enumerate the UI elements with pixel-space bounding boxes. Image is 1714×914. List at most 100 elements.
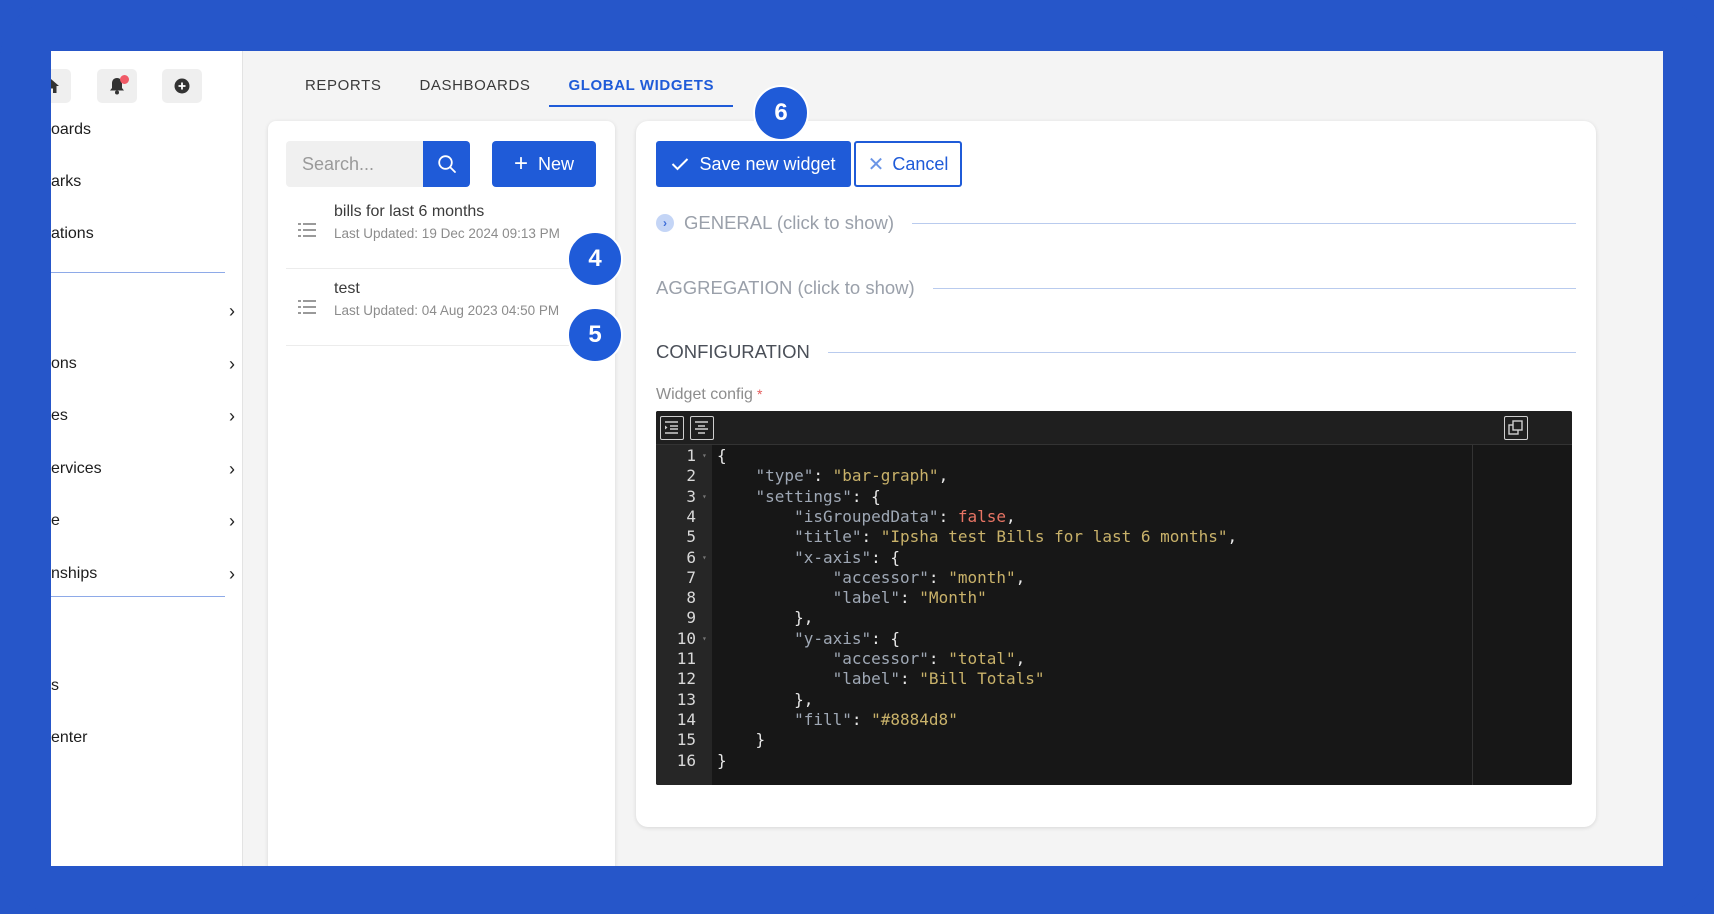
line-number: 11 — [676, 649, 696, 668]
cancel-button[interactable]: ✕ Cancel — [854, 141, 962, 187]
code-line: 10 ▾ "y-axis": { — [656, 628, 1572, 649]
fold-toggle-icon[interactable]: ▾ — [702, 486, 707, 507]
section-general[interactable]: › GENERAL (click to show) — [656, 208, 1576, 238]
code-line: 6 ▾ "x-axis": { — [656, 547, 1572, 568]
code-line: 5 "title": "Ipsha test Bills for last 6 … — [656, 526, 1572, 547]
line-number: 8 — [686, 588, 696, 608]
list-item-title: bills for last 6 months — [334, 203, 485, 220]
sidebar-item-notifications[interactable]: ations — [51, 221, 243, 247]
create-button[interactable] — [162, 69, 202, 103]
sidebar-item-group-5[interactable]: e › — [51, 508, 243, 534]
line-number: 1 — [686, 446, 696, 465]
tab-global-widgets[interactable]: GLOBAL WIDGETS — [549, 63, 734, 107]
chevron-right-icon: › — [229, 354, 235, 374]
section-configuration-label: CONFIGURATION — [656, 341, 810, 362]
cancel-label: Cancel — [892, 153, 949, 174]
search-button[interactable] — [423, 141, 470, 187]
plus-icon: + — [513, 150, 528, 177]
list-item[interactable]: bills for last 6 months Last Updated: 19… — [286, 193, 596, 269]
list-item[interactable]: test Last Updated: 04 Aug 2023 04:50 PM — [286, 270, 596, 346]
widget-config-code-editor[interactable]: 1 ▾{2 "type": "bar-graph", 3 ▾ "settings": … — [656, 411, 1572, 785]
code-text: "fill": "#8884d8" — [794, 709, 958, 729]
line-number: 9 — [686, 608, 696, 628]
section-aggregation[interactable]: AGGREGATION (click to show) — [656, 273, 1576, 303]
section-divider — [827, 351, 1576, 353]
sidebar-item-dashboards[interactable]: oards — [51, 117, 243, 143]
list-item-updated: Last Updated: 19 Dec 2024 09:13 PM — [334, 226, 560, 241]
fold-toggle-icon[interactable]: ▾ — [702, 547, 707, 568]
sidebar-item-label: ations — [51, 225, 94, 242]
line-number: 10 — [676, 628, 696, 648]
sidebar-item-bookmarks[interactable]: arks — [51, 169, 243, 195]
sidebar-item-services[interactable]: ervices › — [51, 456, 243, 482]
section-divider — [912, 222, 1576, 224]
close-icon: ✕ — [867, 153, 885, 176]
sidebar-item-lower-1[interactable]: s — [51, 673, 243, 699]
save-new-widget-button[interactable]: Save new widget — [656, 141, 851, 187]
step-badge-5: 5 — [567, 307, 623, 363]
fold-toggle-icon[interactable]: ▾ — [702, 628, 707, 649]
sidebar-item-group-2[interactable]: ons › — [51, 351, 243, 377]
code-text: "accessor": "month", — [832, 567, 1026, 587]
sidebar-item-group-1[interactable]: › — [51, 298, 243, 324]
chevron-right-icon: › — [229, 301, 235, 321]
code-text: "x-axis": { — [794, 547, 901, 567]
code-line: 14 "fill": "#8884d8" — [656, 709, 1572, 730]
sidebar-item-relationships[interactable]: nships › — [51, 561, 243, 587]
widget-editor-panel: Save new widget ✕ Cancel › GENERAL (clic… — [636, 121, 1596, 827]
widget-config-label: Widget config * — [656, 386, 762, 404]
line-number: 2 — [686, 466, 696, 486]
code-line: 9 }, — [656, 607, 1572, 628]
sidebar-item-label: enter — [51, 729, 88, 746]
sidebar-item-center[interactable]: enter — [51, 725, 243, 751]
code-line: 1 ▾ { — [656, 445, 1572, 466]
code-text: "label": "Bill Totals" — [832, 669, 1045, 689]
code-text: "isGroupedData": false, — [794, 506, 1016, 526]
code-text: }, — [717, 608, 814, 628]
line-number: 4 — [686, 506, 696, 526]
section-divider — [932, 287, 1576, 289]
code-text: "type": "bar-graph", — [755, 466, 949, 486]
notifications-button[interactable] — [97, 69, 137, 103]
code-text: }, — [717, 689, 814, 709]
new-widget-button[interactable]: + New — [492, 141, 596, 187]
line-number: 16 — [676, 750, 696, 770]
fullscreen-button[interactable] — [1504, 416, 1528, 440]
line-number: 7 — [686, 567, 696, 587]
copy-icon — [1508, 420, 1523, 435]
widget-config-label-text: Widget config — [656, 386, 753, 403]
line-number: 3 — [686, 486, 696, 506]
check-icon — [672, 158, 689, 171]
list-item-title: test — [334, 280, 360, 297]
section-aggregation-label: AGGREGATION (click to show) — [656, 277, 915, 298]
compact-code-button[interactable] — [690, 416, 714, 440]
code-line: 3 ▾ "settings": { — [656, 486, 1572, 507]
code-line: 8 "label": "Month" — [656, 587, 1572, 608]
code-line: 12 "label": "Bill Totals" — [656, 668, 1572, 689]
home-button[interactable] — [51, 69, 71, 103]
notification-dot — [120, 75, 129, 84]
section-general-label: GENERAL (click to show) — [684, 212, 895, 233]
sidebar-item-label: s — [51, 677, 59, 694]
chevron-right-icon: › — [229, 459, 235, 479]
tab-dashboards[interactable]: DASHBOARDS — [400, 63, 549, 107]
chevron-right-icon: › — [656, 214, 674, 232]
code-text: } — [717, 750, 727, 770]
sidebar-divider — [51, 596, 225, 597]
code-line: 15 } — [656, 729, 1572, 750]
search-input[interactable]: Search... — [286, 141, 423, 187]
code-line: 2 "type": "bar-graph", — [656, 465, 1572, 486]
code-text: { — [717, 446, 727, 465]
new-widget-label: New — [538, 153, 575, 174]
home-icon — [51, 79, 59, 93]
step-badge-6: 6 — [753, 85, 809, 141]
code-line: 4 "isGroupedData": false, — [656, 506, 1572, 527]
tab-reports[interactable]: REPORTS — [286, 63, 400, 107]
required-mark: * — [756, 386, 763, 402]
format-code-button[interactable] — [660, 416, 684, 440]
code-line: 7 "accessor": "month", — [656, 567, 1572, 588]
code-text: "label": "Month" — [832, 588, 987, 608]
sidebar-item-group-3[interactable]: es › — [51, 403, 243, 429]
fold-toggle-icon[interactable]: ▾ — [702, 445, 707, 466]
section-configuration[interactable]: CONFIGURATION — [656, 337, 1576, 367]
